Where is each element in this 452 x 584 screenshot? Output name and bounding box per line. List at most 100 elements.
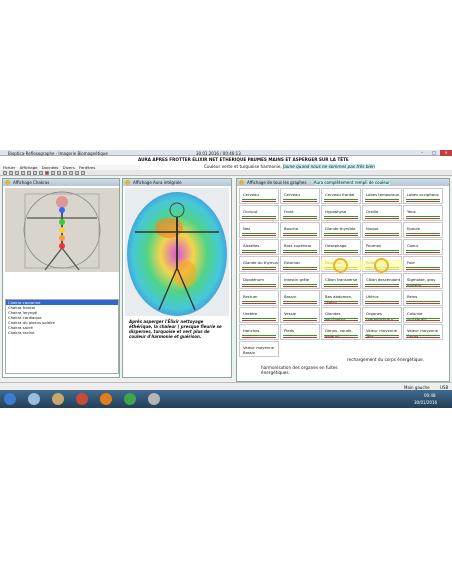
organ-graph-cell[interactable]: Foie — [403, 256, 443, 272]
graph-line-green — [242, 301, 276, 302]
organ-graph-cell[interactable]: Reins — [403, 290, 443, 306]
graph-line-green — [365, 284, 399, 285]
organ-label: Pieds — [284, 328, 294, 333]
organ-graph-cell[interactable]: Cerveau frontal — [321, 188, 361, 204]
organ-graph-cell[interactable]: Oreille — [362, 205, 402, 221]
toolbar-button[interactable] — [69, 171, 73, 175]
toolbar-button[interactable] — [21, 171, 25, 175]
chakra-list[interactable]: Chakra couronne Chakra frontal Chakra la… — [5, 299, 119, 374]
organ-graph-cell[interactable]: Valeur moyenne Tête — [362, 324, 402, 340]
graph-line-green — [365, 233, 399, 234]
organ-graph-cell[interactable]: Occiput — [239, 205, 279, 221]
toolbar-button[interactable] — [51, 171, 55, 175]
organ-graph-cell[interactable]: Bassin — [280, 290, 320, 306]
graph-line-red — [242, 269, 276, 270]
organ-graph-cell[interactable]: Bouche — [280, 222, 320, 238]
graph-line-red — [242, 337, 276, 338]
toolbar-button[interactable] — [33, 171, 37, 175]
organ-label: Poumon — [366, 243, 382, 248]
toolbar-button[interactable] — [27, 171, 31, 175]
organ-graph-cell[interactable]: Intestin grêle — [280, 273, 320, 289]
organ-label: Reins — [407, 294, 418, 299]
graph-line-red — [324, 235, 358, 236]
organ-graph-cell[interactable]: Glandes surrénales — [321, 307, 361, 323]
organ-graph-cell[interactable]: Nuque — [362, 222, 402, 238]
graph-line-green — [324, 216, 358, 217]
toolbar-button[interactable] — [3, 171, 7, 175]
organ-graph-cell[interactable]: Uretère — [239, 307, 279, 323]
organ-graph-cell[interactable]: Bras supérieur — [280, 239, 320, 255]
graph-line-red — [406, 201, 440, 202]
organ-graph-cell[interactable]: Epaule — [403, 222, 443, 238]
graph-line-red — [242, 218, 276, 219]
toolbar-button[interactable] — [9, 171, 13, 175]
organ-graph-cell[interactable]: Estomac — [280, 256, 320, 272]
organ-graph-cell[interactable]: Lobes temporaux — [362, 188, 402, 204]
organ-graph-cell[interactable]: Organes reproducteurs — [362, 307, 402, 323]
organ-graph-cell[interactable]: Coeur — [403, 239, 443, 255]
graph-line-red — [324, 218, 358, 219]
organ-graph-cell[interactable]: Nez — [239, 222, 279, 238]
app-folder-icon[interactable] — [52, 393, 64, 405]
organ-graph-cell[interactable]: Lobes occipitaux — [403, 188, 443, 204]
app-media-icon[interactable] — [76, 393, 88, 405]
organ-graph-cell[interactable]: Rectum — [239, 290, 279, 306]
organ-graph-grid: Cerveau Cerveau Cerveau frontal Lobes tempo… — [239, 188, 445, 408]
start-button-icon[interactable] — [4, 393, 16, 405]
organ-graph-cell[interactable]: Glande thyroïde — [321, 222, 361, 238]
organ-graph-cell[interactable]: Genou, coude, poignet — [321, 324, 361, 340]
highlight-circle — [333, 258, 348, 273]
graph-line-green — [324, 318, 358, 319]
toolbar-button[interactable] — [57, 171, 61, 175]
organ-graph-cell[interactable]: Glande du thymus — [239, 256, 279, 272]
organ-graph-cell[interactable]: Aisselles — [239, 239, 279, 255]
organ-graph-cell[interactable]: Pieds — [280, 324, 320, 340]
organ-graph-cell[interactable]: Yeux — [403, 205, 443, 221]
organ-label: Foie — [407, 260, 415, 265]
organ-graph-cell[interactable]: Sigmoïde, gros intestin — [403, 273, 443, 289]
list-item[interactable]: Chakra racine — [6, 330, 118, 335]
organ-graph-cell[interactable]: Oesophage — [321, 239, 361, 255]
toolbar-button[interactable] — [15, 171, 19, 175]
organ-graph-cell[interactable]: Hanches — [239, 324, 279, 340]
graph-line-green — [406, 267, 440, 268]
organ-graph-cell[interactable]: Front — [280, 205, 320, 221]
toolbar-button[interactable] — [39, 171, 43, 175]
toolbar-button[interactable] — [63, 171, 67, 175]
organ-graph-cell[interactable]: Cerveau — [239, 188, 279, 204]
organ-graph-cell[interactable]: Poumon — [362, 239, 402, 255]
tray-date: 30/01/2016 — [414, 400, 438, 405]
organ-label: Hanches — [243, 328, 260, 333]
organ-label: Hypophyse — [325, 209, 347, 214]
organ-graph-cell[interactable]: Valeur moyenne Bassin — [239, 341, 279, 357]
graph-line-red — [242, 252, 276, 253]
organ-graph-cell[interactable]: Côlon transverse — [321, 273, 361, 289]
organ-graph-cell[interactable]: Vessie — [280, 307, 320, 323]
organ-graph-cell[interactable]: Bas abdomen, région — [321, 290, 361, 306]
application-screenshot: Bioptica-Reflexographe - Imagerie Biomag… — [0, 150, 452, 408]
graph-line-green — [406, 284, 440, 285]
organ-label: Rectum — [243, 294, 258, 299]
organ-graph-cell[interactable]: Colonne vertébrale — [403, 307, 443, 323]
graph-line-green — [406, 301, 440, 302]
graph-line-green — [242, 233, 276, 234]
app-generic-icon[interactable] — [148, 393, 160, 405]
organ-label: Utérus — [366, 294, 379, 299]
record-button[interactable] — [45, 171, 49, 175]
firefox-icon[interactable] — [100, 393, 112, 405]
graph-line-green — [242, 318, 276, 319]
toolbar-button[interactable] — [81, 171, 85, 175]
organ-graph-cell[interactable]: Duodénum — [239, 273, 279, 289]
toolbar-button[interactable] — [75, 171, 79, 175]
organ-label: Côlon transverse — [325, 277, 358, 282]
organ-graph-cell[interactable]: Valeur moyenne Corps — [403, 324, 443, 340]
organ-graph-cell[interactable]: Hypophyse — [321, 205, 361, 221]
organ-graph-cell[interactable]: Cerveau — [280, 188, 320, 204]
app-eye-icon[interactable] — [28, 393, 40, 405]
app-icon — [125, 180, 130, 185]
organ-label: Estomac — [284, 260, 301, 265]
organ-graph-cell[interactable]: Utérus — [362, 290, 402, 306]
graph-line-red — [365, 201, 399, 202]
organ-graph-cell[interactable]: Côlon descendant — [362, 273, 402, 289]
chrome-icon[interactable] — [124, 393, 136, 405]
